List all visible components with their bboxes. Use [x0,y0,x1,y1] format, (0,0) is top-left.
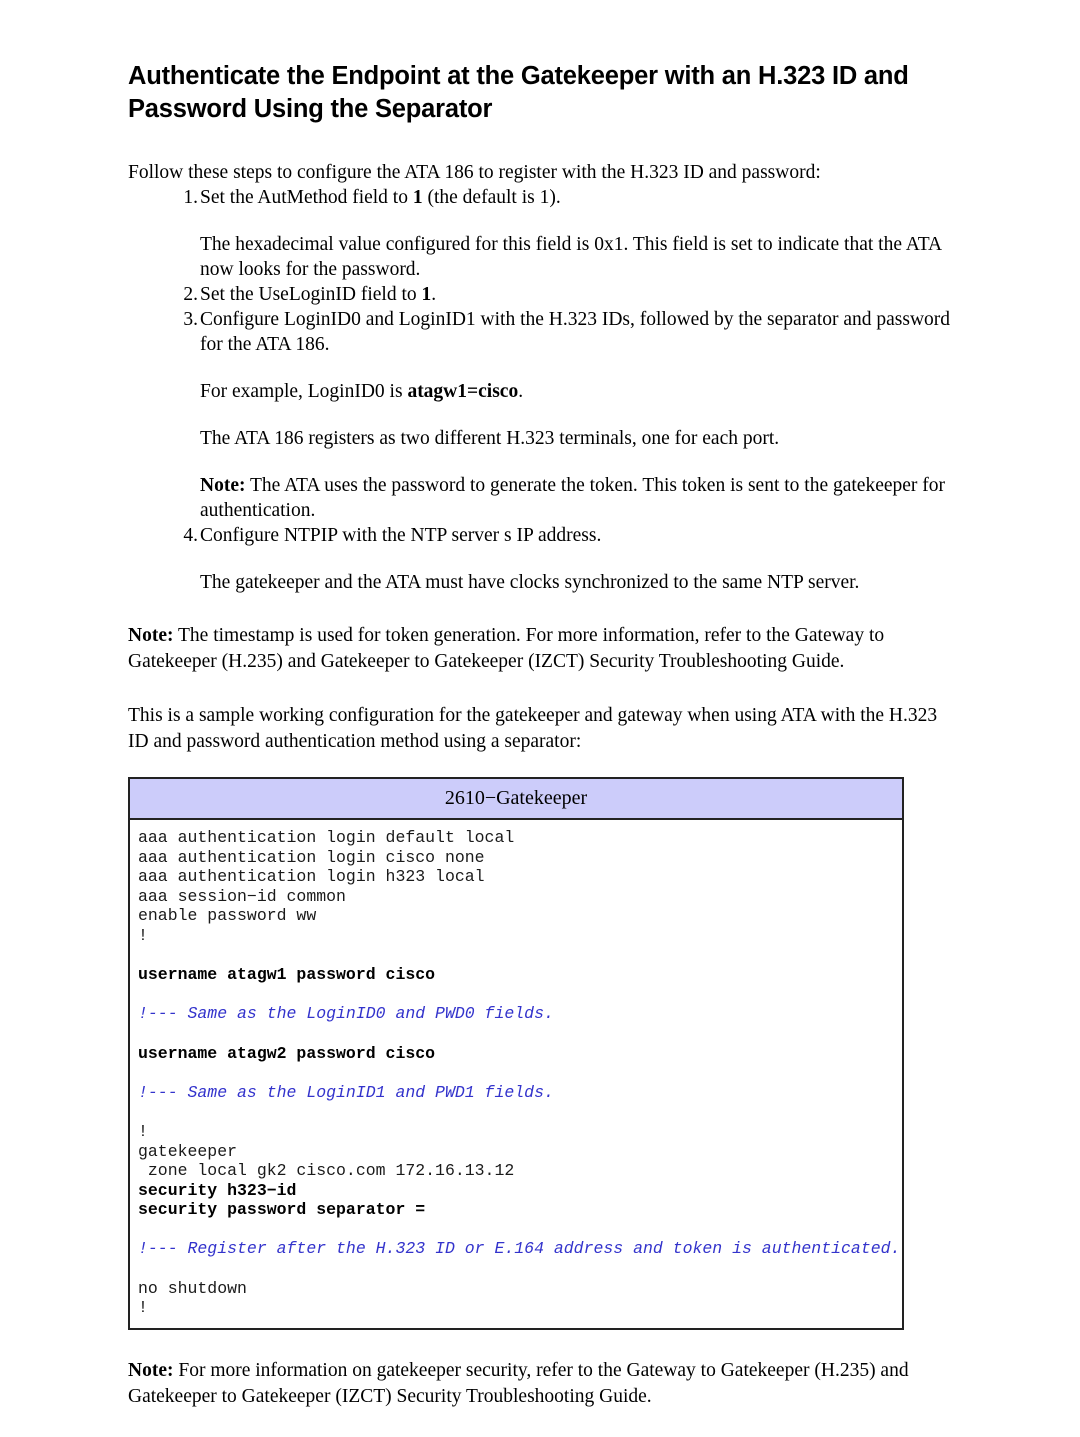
code-line: gatekeeper [138,1141,238,1161]
code-line: no shutdown [138,1278,247,1298]
note-bottom: Note: For more information on gatekeeper… [128,1358,960,1410]
sub-paragraph-clocks: The gatekeeper and the ATA must have clo… [200,572,860,593]
step-number: 4. [183,525,198,546]
step-text-bold: 1 [421,284,432,305]
document-page: Authenticate the Endpoint at the Gatekee… [0,0,1080,1437]
list-item-step-2: 2. Set the UseLoginID field to 1. [128,282,960,307]
code-line: ! [138,1121,148,1141]
code-line: aaa session−id common [138,886,346,906]
steps-list: 1. Set the AutMethod field to 1 (the defa… [128,185,960,210]
note-label: Note: [200,475,246,496]
code-line: security password separator = [138,1200,426,1220]
for-example-value: atagw1=cisco [407,381,519,402]
sample-config-intro: This is a sample working configuration f… [128,705,938,752]
code-box-title: 2610−Gatekeeper [130,779,902,820]
step-text-after: . [431,284,437,305]
list-item-step-4: 4. Configure NTPIP with the NTP server s … [128,523,960,548]
code-line: username atagw1 password cisco [138,965,436,985]
for-example-after: . [518,381,524,402]
code-line: username atagw2 password cisco [138,1043,436,1063]
step-number: 3. [183,309,198,330]
sub-paragraph-registers: The ATA 186 registers as two different H… [200,428,780,449]
step-text: Configure NTPIP with the NTP server s IP… [200,525,602,546]
code-line: aaa authentication login default local [138,828,515,847]
code-line: enable password ww [138,906,317,926]
step-text-bold: 1 [412,187,423,208]
step-text-before: Set the AutMethod field to [200,187,413,208]
sub-paragraph-hex-value: The hexadecimal value configured for thi… [200,234,942,280]
code-line: zone local gk2 cisco.com 172.16.13.12 [138,1161,515,1181]
code-line: aaa authentication login cisco none [138,847,485,867]
step-number: 1. [183,187,198,208]
intro-paragraph: Follow these steps to configure the ATA … [128,162,821,183]
code-comment-line: !--- Same as the LoginID1 and PWD1 field… [138,1082,554,1102]
code-comment-line: !--- Register after the H.323 ID or E.16… [138,1239,901,1259]
code-box-body[interactable]: aaa authentication login default local aa… [130,820,902,1328]
note-text: The ATA uses the password to generate th… [200,475,946,521]
note-label: Note: [128,1359,174,1381]
step-number: 2. [183,284,198,305]
step-text-before: Set the UseLoginID field to [200,284,422,305]
page-title: Authenticate the Endpoint at the Gatekee… [128,62,909,123]
note-text: For more information on gatekeeper secur… [128,1359,909,1407]
note-label: Note: [128,625,174,646]
sub-paragraph-for-example: For example, LoginID0 is atagw1=cisco. [128,379,960,404]
step-text-after: (the default is 1). [422,187,561,208]
steps-list-final: 4. Configure NTPIP with the NTP server s … [128,523,960,548]
note-timestamp: Note: The timestamp is used for token ge… [128,623,960,675]
note-text: The timestamp is used for token generati… [128,625,885,672]
sub-paragraph-note-token: Note: The ATA uses the password to gener… [128,473,960,523]
list-item-step-1: 1. Set the AutMethod field to 1 (the defa… [128,185,960,210]
list-item-step-3: 3. Configure LoginID0 and LoginID1 with t… [128,307,960,357]
step-text: Configure LoginID0 and LoginID1 with the… [200,309,951,355]
code-line: security h323−id [138,1180,297,1200]
for-example-before: For example, LoginID0 is [200,381,408,402]
code-line: ! [138,1298,148,1318]
code-line: ! [138,925,148,945]
steps-list-continued: 2. Set the UseLoginID field to 1. 3. Confi… [128,282,960,357]
code-line: aaa authentication login h323 local [138,867,485,887]
config-code-box: 2610−Gatekeeper aaa authentication login… [128,777,904,1330]
code-comment-line: !--- Same as the LoginID0 and PWD0 field… [138,1004,554,1024]
